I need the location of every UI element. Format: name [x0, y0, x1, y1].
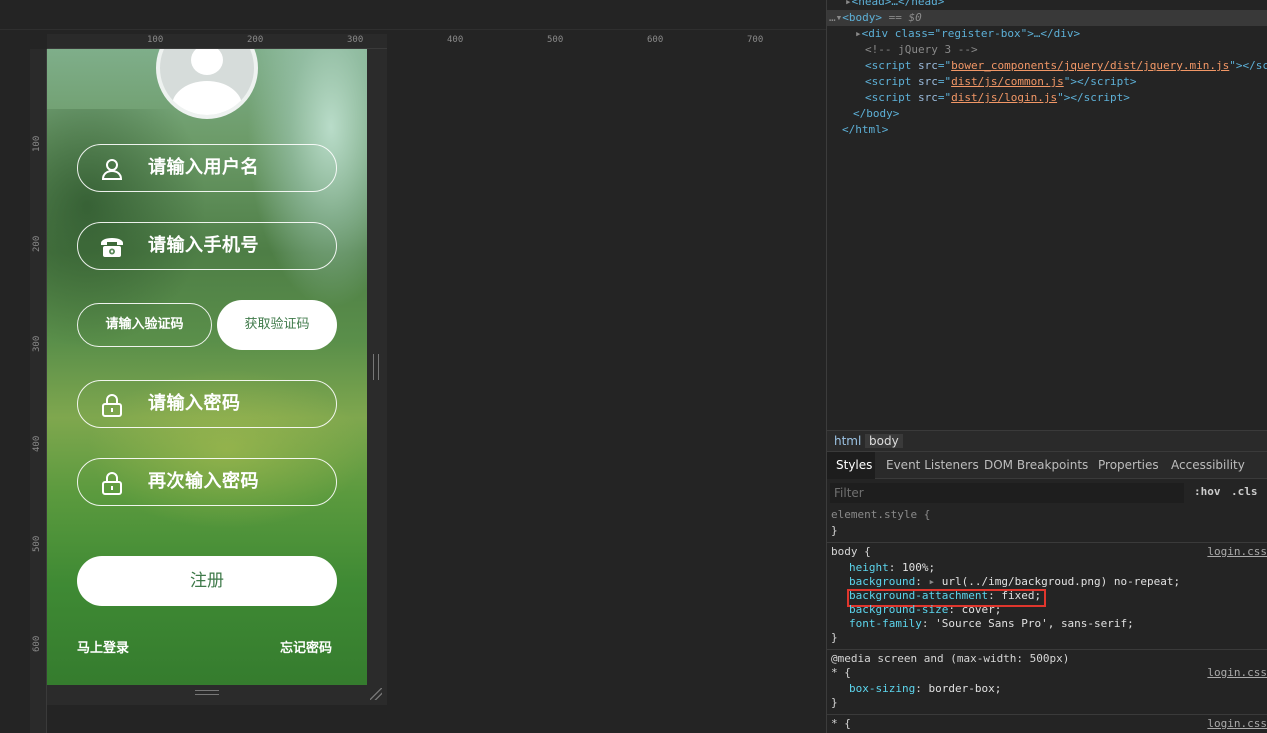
css-declaration: background-size: cover; — [849, 603, 1002, 616]
resize-handle-vertical[interactable] — [373, 354, 379, 380]
ruler-tick-label: 400 — [447, 35, 464, 45]
styles-pane: element.style { } body { login.css heigh… — [827, 506, 1267, 733]
lock-icon — [100, 393, 124, 417]
resize-handle-horizontal[interactable] — [195, 690, 219, 695]
universal-selector[interactable]: * { — [831, 717, 851, 731]
dom-line-script-login[interactable]: <script src="dist/js/login.js"></script> — [865, 90, 1130, 106]
ruler-tick-label: 300 — [32, 335, 42, 352]
dom-line-script-common[interactable]: <script src="dist/js/common.js"></script… — [865, 74, 1137, 90]
class-toggle[interactable]: .cls — [1231, 485, 1258, 498]
register-button[interactable]: 注册 — [77, 556, 337, 606]
tab-accessibility[interactable]: Accessibility — [1171, 458, 1245, 472]
confirm-password-placeholder: 再次输入密码 — [148, 471, 259, 492]
resize-corner-handle[interactable] — [370, 688, 382, 700]
verification-code-field[interactable]: 请输入验证码 — [77, 303, 212, 347]
body-selector[interactable]: body { — [831, 545, 871, 559]
password-placeholder: 请输入密码 — [148, 393, 241, 414]
tab-properties[interactable]: Properties — [1098, 458, 1159, 472]
source-link[interactable]: login.css — [1207, 545, 1267, 559]
breadcrumb: html body — [827, 430, 1267, 452]
breadcrumb-html[interactable]: html — [830, 434, 865, 448]
avatar — [156, 49, 258, 119]
ruler-tick-label: 200 — [32, 235, 42, 252]
hover-state-toggle[interactable]: :hov — [1194, 485, 1221, 498]
ruler-tick-label: 400 — [32, 435, 42, 452]
login-link[interactable]: 马上登录 — [77, 637, 129, 656]
dom-line-body-close[interactable]: </body> — [853, 106, 899, 122]
element-style-rule[interactable]: element.style { — [831, 508, 930, 522]
username-placeholder: 请输入用户名 — [148, 157, 259, 178]
css-declaration: font-family: 'Source Sans Pro', sans-ser… — [849, 617, 1134, 630]
phone-field[interactable]: 请输入手机号 — [77, 222, 337, 270]
dom-line-script-jquery[interactable]: <script src="bower_components/jquery/dis… — [865, 58, 1267, 74]
ruler-tick-label: 500 — [32, 535, 42, 552]
forgot-password-link[interactable]: 忘记密码 — [280, 637, 332, 656]
username-field[interactable]: 请输入用户名 — [77, 144, 337, 192]
ruler-tick-label: 100 — [32, 135, 42, 152]
get-code-button[interactable]: 获取验证码 — [217, 300, 337, 350]
universal-selector[interactable]: * { — [831, 666, 851, 680]
rule-close: } — [831, 524, 838, 537]
ruler-tick-label: 600 — [647, 35, 664, 45]
ruler-tick-label: 500 — [547, 35, 564, 45]
ruler-tick-label: 300 — [347, 35, 364, 45]
horizontal-ruler: 100 200 300 — [47, 34, 387, 49]
ruler-tick-label: 700 — [747, 35, 764, 45]
ruler-tick-label: 100 — [147, 35, 164, 45]
devtools-panel: ▸<head>…</head> …▾<body> == $0 ▸<div cla… — [827, 0, 1267, 733]
ruler-tick-label: 200 — [247, 35, 264, 45]
css-declaration: background: ▸ url(../img/backgroud.png) … — [849, 575, 1181, 588]
tab-styles[interactable]: Styles — [836, 458, 872, 472]
filter-row: Filter :hov .cls — [827, 480, 1267, 506]
rule-close: } — [831, 696, 838, 709]
tab-dom-breakpoints[interactable]: DOM Breakpoints — [984, 458, 1088, 472]
ruler-tick-label: 600 — [32, 635, 42, 652]
device-emulation-area: 100 200 300 400 500 600 700 100 200 300 … — [0, 0, 826, 733]
css-declaration: box-sizing: border-box; — [849, 682, 1002, 695]
tab-event-listeners[interactable]: Event Listeners — [886, 458, 979, 472]
dom-line-comment[interactable]: <!-- jQuery 3 --> — [865, 42, 978, 58]
user-icon — [100, 157, 124, 181]
dom-line-head[interactable]: ▸<head>…</head> — [845, 0, 944, 10]
password-field[interactable]: 请输入密码 — [77, 380, 337, 428]
css-declaration: height: 100%; — [849, 561, 936, 574]
sidebar-tabs: Styles Event Listeners DOM Breakpoints P… — [827, 452, 1267, 479]
source-link[interactable]: login.css — [1207, 717, 1267, 731]
confirm-password-field[interactable]: 再次输入密码 — [77, 458, 337, 506]
source-link[interactable]: login.css — [1207, 666, 1267, 680]
filter-input[interactable]: Filter — [830, 483, 1184, 503]
dom-line-body[interactable]: …▾<body> == $0 — [829, 10, 922, 26]
toolbar-divider — [0, 29, 826, 30]
vertical-ruler: 100 200 300 400 500 600 — [30, 49, 47, 733]
phone-placeholder: 请输入手机号 — [148, 235, 259, 256]
breadcrumb-body[interactable]: body — [865, 434, 903, 448]
rule-close: } — [831, 631, 838, 644]
lock-icon — [100, 471, 124, 495]
mobile-viewport: 请输入用户名 请输入手机号 请输入验证码 获取验证码 请输入密码 再次输入密码 … — [47, 49, 367, 685]
elements-tree: ▸<head>…</head> …▾<body> == $0 ▸<div cla… — [827, 0, 1267, 430]
viewport-bottom-bar — [47, 685, 387, 705]
media-query: @media screen and (max-width: 500px) — [831, 652, 1070, 665]
phone-icon — [100, 235, 124, 259]
dom-line-html-close[interactable]: </html> — [842, 122, 888, 138]
dom-line-register-box[interactable]: ▸<div class="register-box">…</div> — [855, 26, 1080, 42]
